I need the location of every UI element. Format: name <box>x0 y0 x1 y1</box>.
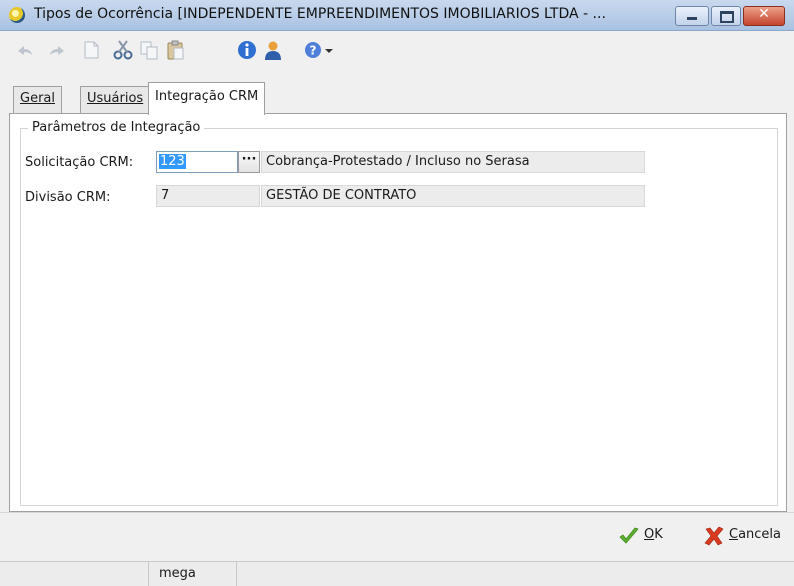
help-icon[interactable]: ? <box>302 39 324 61</box>
tab-usuarios-label: Usuários <box>87 91 144 106</box>
tab-usuarios[interactable]: Usuários <box>80 86 151 113</box>
solicitacao-code-input[interactable]: 123 <box>156 151 238 173</box>
status-bar: mega <box>0 561 794 586</box>
solicitacao-description: Cobrança-Protestado / Incluso no Serasa <box>261 151 645 173</box>
cancel-x-icon <box>704 526 724 546</box>
group-title: Parâmetros de Integração <box>28 120 205 135</box>
dialog-window: Tipos de Ocorrência [INDEPENDENTE EMPREE… <box>0 0 794 586</box>
minimize-icon <box>687 17 697 20</box>
tab-geral-label: Geral <box>20 91 55 106</box>
paste-icon[interactable] <box>164 39 186 61</box>
divisao-description: GESTÃO DE CONTRATO <box>261 185 645 207</box>
tab-integracao-crm-label: Integração CRM <box>155 89 259 104</box>
new-document-icon[interactable] <box>80 39 102 61</box>
svg-text:?: ? <box>310 44 317 58</box>
status-user-text: mega <box>159 566 196 581</box>
ok-label: OK <box>644 527 663 542</box>
checkmark-icon <box>619 527 639 544</box>
tab-integracao-crm[interactable]: Integração CRM <box>148 82 266 115</box>
undo-icon[interactable] <box>14 39 36 61</box>
solicitacao-label: Solicitação CRM: <box>25 155 134 170</box>
status-cell-2: mega <box>149 562 237 586</box>
solicitacao-code-value: 123 <box>159 154 186 169</box>
tab-geral[interactable]: Geral <box>13 86 62 113</box>
divisao-code-field[interactable]: 7 <box>156 185 260 207</box>
dropdown-arrow-icon[interactable] <box>322 39 336 61</box>
app-icon <box>9 7 25 23</box>
maximize-icon <box>720 11 734 23</box>
status-cell-3 <box>237 562 793 586</box>
title-bar[interactable]: Tipos de Ocorrência [INDEPENDENTE EMPREE… <box>0 0 794 31</box>
close-icon: ✕ <box>758 6 770 22</box>
user-icon[interactable] <box>262 39 284 61</box>
window-title: Tipos de Ocorrência [INDEPENDENTE EMPREE… <box>34 6 606 22</box>
divisao-label: Divisão CRM: <box>25 190 111 205</box>
copy-icon[interactable] <box>138 39 160 61</box>
toolbar: ? <box>0 31 794 75</box>
status-cell-1 <box>0 562 149 586</box>
redo-icon[interactable] <box>46 39 68 61</box>
maximize-button[interactable] <box>711 6 741 26</box>
info-icon[interactable] <box>236 39 258 61</box>
ok-button[interactable]: OK <box>618 522 678 548</box>
minimize-button[interactable] <box>675 6 709 26</box>
close-button[interactable]: ✕ <box>743 6 785 26</box>
cancel-label: Cancela <box>729 527 782 542</box>
cancel-button[interactable]: Cancela <box>703 522 789 548</box>
tab-panel: Parâmetros de Integração Solicitação CRM… <box>9 113 787 512</box>
cut-icon[interactable] <box>112 39 134 61</box>
lookup-button[interactable]: ··· <box>238 151 260 173</box>
